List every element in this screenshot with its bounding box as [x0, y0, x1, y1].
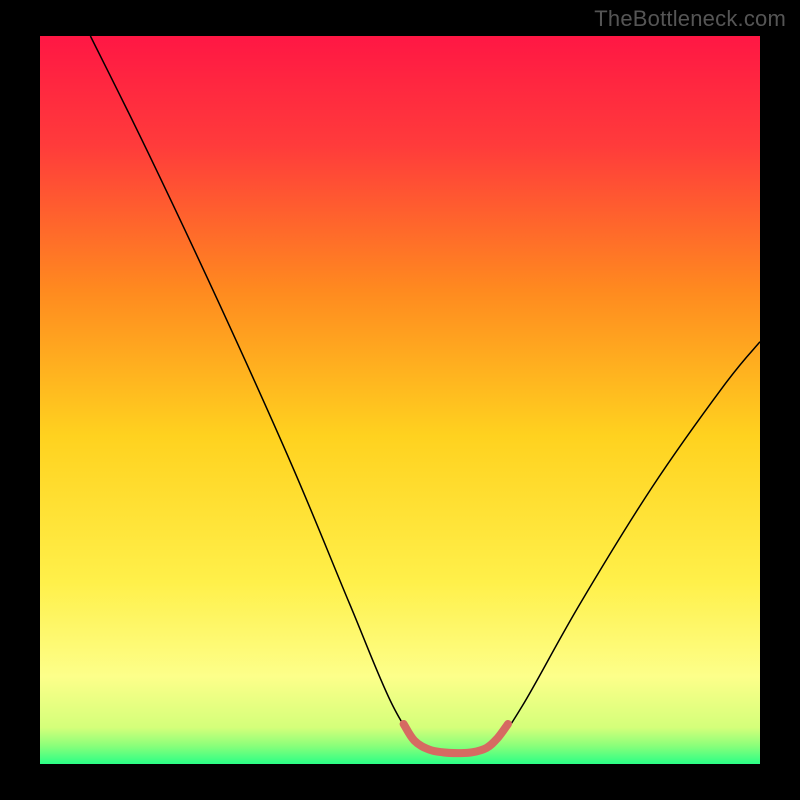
plot-border-left	[0, 0, 40, 800]
chart-frame: TheBottleneck.com	[0, 0, 800, 800]
watermark-text: TheBottleneck.com	[594, 6, 786, 32]
plot-border-right	[760, 0, 800, 800]
bottleneck-curve	[90, 36, 760, 754]
trough-highlight	[404, 724, 508, 753]
plot-area	[40, 36, 760, 764]
curve-layer	[40, 36, 760, 764]
plot-border-bottom	[0, 764, 800, 800]
